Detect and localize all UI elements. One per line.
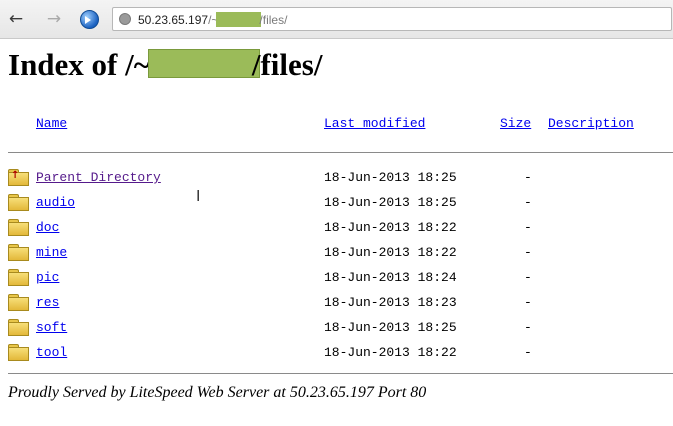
last-modified-cell: 18-Jun-2013 18:25 <box>324 195 457 210</box>
column-header-name[interactable]: Name <box>36 116 67 131</box>
table-row: doc 18-Jun-2013 18:22 - <box>0 219 673 244</box>
address-url[interactable]: 50.23.65.197/~/files/ <box>138 12 287 27</box>
folder-link[interactable]: res <box>36 295 59 310</box>
last-modified-cell: 18-Jun-2013 18:22 <box>324 220 457 235</box>
column-header-size[interactable]: Size <box>500 116 531 131</box>
parent-directory-link[interactable]: Parent Directory <box>36 170 161 185</box>
size-cell: - <box>524 270 532 285</box>
header-divider <box>8 152 673 153</box>
folder-link[interactable]: mine <box>36 245 67 260</box>
folder-link[interactable]: pic <box>36 270 59 285</box>
table-row: mine 18-Jun-2013 18:22 - <box>0 244 673 269</box>
table-row: audio 18-Jun-2013 18:25 - <box>0 194 673 219</box>
server-signature: Proudly Served by LiteSpeed Web Server a… <box>8 384 427 401</box>
browser-toolbar: ← → 50.23.65.197/~/files/ <box>0 0 673 39</box>
table-row: tool 18-Jun-2013 18:22 - <box>0 344 673 369</box>
address-bar[interactable]: 50.23.65.197/~/files/ <box>112 7 672 31</box>
folder-icon <box>8 294 29 311</box>
parent-directory-icon: ↑ <box>8 169 29 186</box>
table-row: pic 18-Jun-2013 18:24 - <box>0 269 673 294</box>
column-header-description[interactable]: Description <box>548 116 634 131</box>
text-cursor-icon: I <box>196 187 201 205</box>
last-modified-cell: 18-Jun-2013 18:25 <box>324 320 457 335</box>
redaction-block <box>216 12 262 27</box>
forward-arrow-icon[interactable]: → <box>44 9 64 29</box>
folder-link[interactable]: tool <box>36 345 67 360</box>
folder-link[interactable]: soft <box>36 320 67 335</box>
last-modified-cell: 18-Jun-2013 18:22 <box>324 345 457 360</box>
page-title: Index of /~ /files/ <box>8 47 322 83</box>
last-modified-cell: 18-Jun-2013 18:22 <box>324 245 457 260</box>
column-header-last-modified[interactable]: Last modified <box>324 116 425 131</box>
folder-icon <box>8 194 29 211</box>
globe-icon <box>119 13 131 25</box>
redaction-block <box>147 49 260 78</box>
table-row: ↑ Parent Directory 18-Jun-2013 18:25 - <box>0 169 673 194</box>
folder-icon <box>8 319 29 336</box>
title-prefix: Index of /~ <box>8 47 150 82</box>
size-cell: - <box>524 320 532 335</box>
url-path: /files/ <box>259 13 288 27</box>
title-suffix: /files/ <box>251 47 323 82</box>
size-cell: - <box>524 295 532 310</box>
last-modified-cell: 18-Jun-2013 18:23 <box>324 295 457 310</box>
last-modified-cell: 18-Jun-2013 18:25 <box>324 170 457 185</box>
folder-link[interactable]: doc <box>36 220 59 235</box>
size-cell: - <box>524 220 532 235</box>
folder-icon <box>8 344 29 361</box>
browser-logo-icon[interactable] <box>80 10 99 29</box>
size-cell: - <box>524 195 532 210</box>
url-host: 50.23.65.197 <box>138 13 209 27</box>
folder-link[interactable]: audio <box>36 195 75 210</box>
footer-divider <box>8 373 673 374</box>
table-row: soft 18-Jun-2013 18:25 - <box>0 319 673 344</box>
last-modified-cell: 18-Jun-2013 18:24 <box>324 270 457 285</box>
size-cell: - <box>524 170 532 185</box>
size-cell: - <box>524 345 532 360</box>
table-row: res 18-Jun-2013 18:23 - <box>0 294 673 319</box>
back-arrow-icon[interactable]: ← <box>6 9 26 29</box>
size-cell: - <box>524 245 532 260</box>
folder-icon <box>8 244 29 261</box>
folder-icon <box>8 269 29 286</box>
folder-icon <box>8 219 29 236</box>
